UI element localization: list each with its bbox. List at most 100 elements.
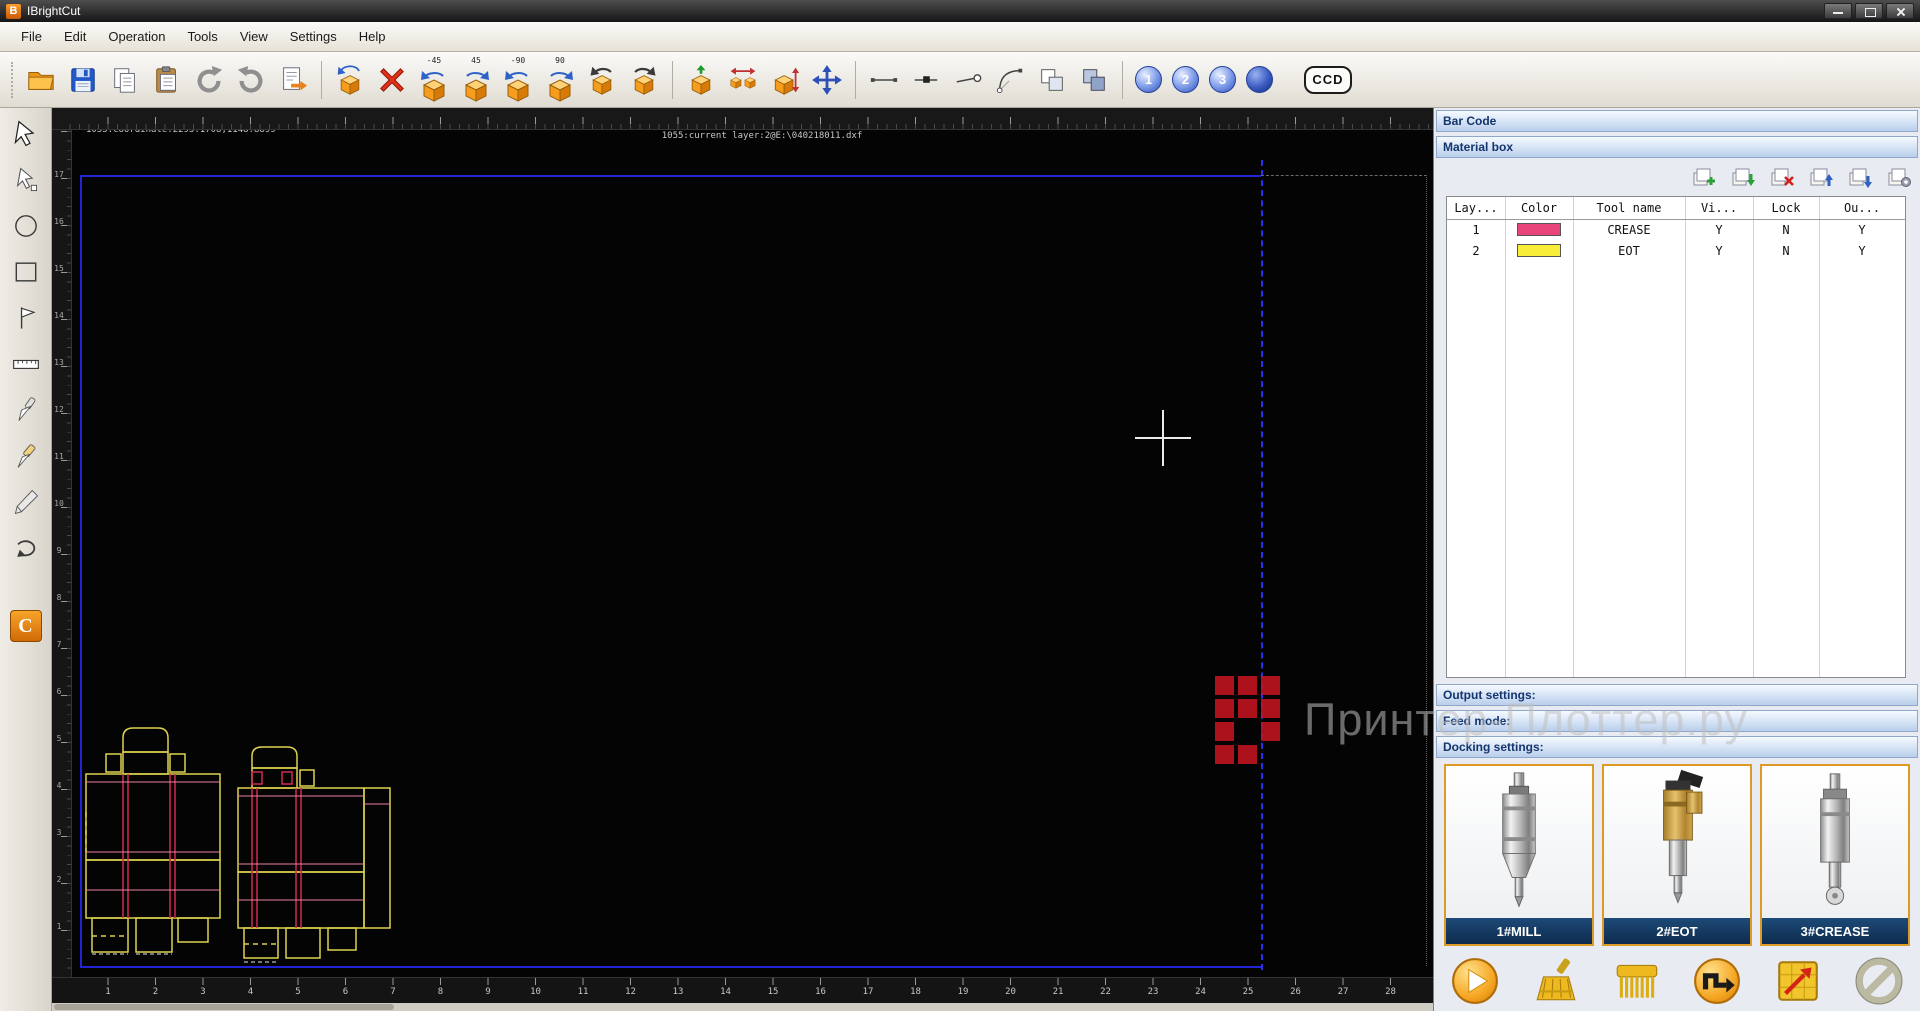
mirror-horizontal-button[interactable] (722, 55, 764, 105)
start-button[interactable] (1450, 956, 1500, 1006)
layer-settings-button[interactable] (1886, 164, 1912, 190)
close-button[interactable] (1886, 3, 1914, 19)
move-layer-down-button[interactable] (1847, 164, 1873, 190)
menu-operation[interactable]: Operation (97, 25, 176, 48)
material-box-section-header[interactable]: Material box (1436, 136, 1918, 158)
redo-transform-button[interactable] (623, 55, 665, 105)
table-header[interactable]: Vi... (1685, 197, 1753, 219)
rotate-90-button[interactable]: 90 (539, 55, 581, 105)
circle-tool-button[interactable] (7, 208, 45, 244)
tool-tile-mill[interactable]: 1#MILL (1444, 764, 1594, 946)
stop-button[interactable] (1854, 956, 1904, 1006)
import-layer-button[interactable] (1730, 164, 1756, 190)
ccd-button[interactable]: CCD (1304, 66, 1352, 94)
rectangle-tool-button[interactable] (7, 254, 45, 290)
undo-button[interactable] (188, 55, 230, 105)
move-button[interactable] (806, 55, 848, 105)
layer-number-cell[interactable]: 1 (1447, 219, 1505, 240)
blade-tool-button[interactable] (7, 484, 45, 520)
view-3-button[interactable]: 3 (1209, 66, 1236, 93)
horizontal-scrollbar[interactable] (52, 1003, 1433, 1011)
plot-output-button[interactable] (272, 55, 314, 105)
redo-button[interactable] (230, 55, 272, 105)
minimize-button[interactable] (1824, 3, 1852, 19)
lock-cell[interactable]: N (1753, 240, 1819, 261)
maximize-button[interactable] (1855, 3, 1883, 19)
layer-color-swatch[interactable] (1517, 223, 1561, 236)
pump-button[interactable] (1692, 956, 1742, 1006)
lock-cell[interactable]: N (1753, 219, 1819, 240)
open-button[interactable] (20, 55, 62, 105)
line-tool-button[interactable] (863, 55, 905, 105)
loop-tool-button[interactable] (7, 530, 45, 566)
undo-icon (194, 65, 224, 95)
menu-view[interactable]: View (229, 25, 279, 48)
point-tool-button[interactable] (7, 300, 45, 336)
menu-settings[interactable]: Settings (279, 25, 348, 48)
move-layer-up-button[interactable] (1808, 164, 1834, 190)
delete-layer-button[interactable] (1769, 164, 1795, 190)
rotate-minus-90-button[interactable]: -90 (497, 55, 539, 105)
carton-dieline-1[interactable] (78, 722, 228, 968)
save-button[interactable] (62, 55, 104, 105)
line-midpoint-button[interactable] (905, 55, 947, 105)
layer-row[interactable]: 2EOTYNY (1447, 240, 1905, 261)
menu-edit[interactable]: Edit (53, 25, 97, 48)
barcode-section-header[interactable]: Bar Code (1436, 110, 1918, 132)
docking-settings-header[interactable]: Docking settings: (1436, 736, 1918, 758)
raise-object-button[interactable] (680, 55, 722, 105)
paste-button[interactable] (146, 55, 188, 105)
layer-row[interactable]: 1CREASEYNY (1447, 219, 1905, 240)
scrollbar-thumb[interactable] (54, 1004, 394, 1010)
layer-color-cell[interactable] (1505, 240, 1573, 261)
output-cell[interactable]: Y (1819, 219, 1905, 240)
layer-color-swatch[interactable] (1517, 244, 1561, 257)
rotate-box-button[interactable] (329, 55, 371, 105)
knife-tool-button[interactable] (7, 392, 45, 428)
stats-button[interactable] (1773, 956, 1823, 1006)
tool-name-cell[interactable]: EOT (1573, 240, 1685, 261)
rotate-45-button[interactable]: 45 (455, 55, 497, 105)
menu-file[interactable]: File (10, 25, 53, 48)
measure-tool-button[interactable] (7, 346, 45, 382)
table-header[interactable]: Color (1505, 197, 1573, 219)
rotate-minus-45-button[interactable]: -45 (413, 55, 455, 105)
visible-cell[interactable]: Y (1685, 240, 1753, 261)
line-endpoint-button[interactable] (947, 55, 989, 105)
brush-button[interactable] (1612, 956, 1662, 1006)
table-header[interactable]: Ou... (1819, 197, 1905, 219)
visible-cell[interactable]: Y (1685, 219, 1753, 240)
layer-color-cell[interactable] (1505, 219, 1573, 240)
delete-button[interactable] (371, 55, 413, 105)
view-2-button[interactable]: 2 (1172, 66, 1199, 93)
undo-transform-button[interactable] (581, 55, 623, 105)
table-header[interactable]: Lay... (1447, 197, 1505, 219)
pen-tool-button[interactable] (7, 438, 45, 474)
clean-button[interactable] (1531, 956, 1581, 1006)
ungroup-button[interactable] (1073, 55, 1115, 105)
tool-name-cell[interactable]: CREASE (1573, 219, 1685, 240)
direct-select-tool-button[interactable] (7, 162, 45, 198)
toolbar-grip[interactable] (11, 62, 15, 98)
drawing-canvas[interactable]: 1011:unit:10cm 1055:coordinate:2295.1708… (72, 130, 1433, 977)
add-layer-button[interactable] (1691, 164, 1717, 190)
tool-tile-crease[interactable]: 3#CREASE (1760, 764, 1910, 946)
layer-number-cell[interactable]: 2 (1447, 240, 1505, 261)
view-1-button[interactable]: 1 (1135, 66, 1162, 93)
output-settings-header[interactable]: Output settings: (1436, 684, 1918, 706)
menu-tools[interactable]: Tools (176, 25, 228, 48)
output-cell[interactable]: Y (1819, 240, 1905, 261)
group-button[interactable] (1031, 55, 1073, 105)
left-ruler-number: 16 (52, 217, 66, 226)
mirror-vertical-button[interactable] (764, 55, 806, 105)
copy-button[interactable] (104, 55, 146, 105)
feed-mode-header[interactable]: Feed mode: (1436, 710, 1918, 732)
carton-dieline-2[interactable] (232, 742, 397, 970)
view-all-button[interactable] (1246, 66, 1273, 93)
menu-help[interactable]: Help (348, 25, 397, 48)
table-header[interactable]: Lock (1753, 197, 1819, 219)
arc-tool-button[interactable] (989, 55, 1031, 105)
select-tool-button[interactable] (7, 116, 45, 152)
table-header[interactable]: Tool name (1573, 197, 1685, 219)
tool-tile-eot[interactable]: 2#EOT (1602, 764, 1752, 946)
